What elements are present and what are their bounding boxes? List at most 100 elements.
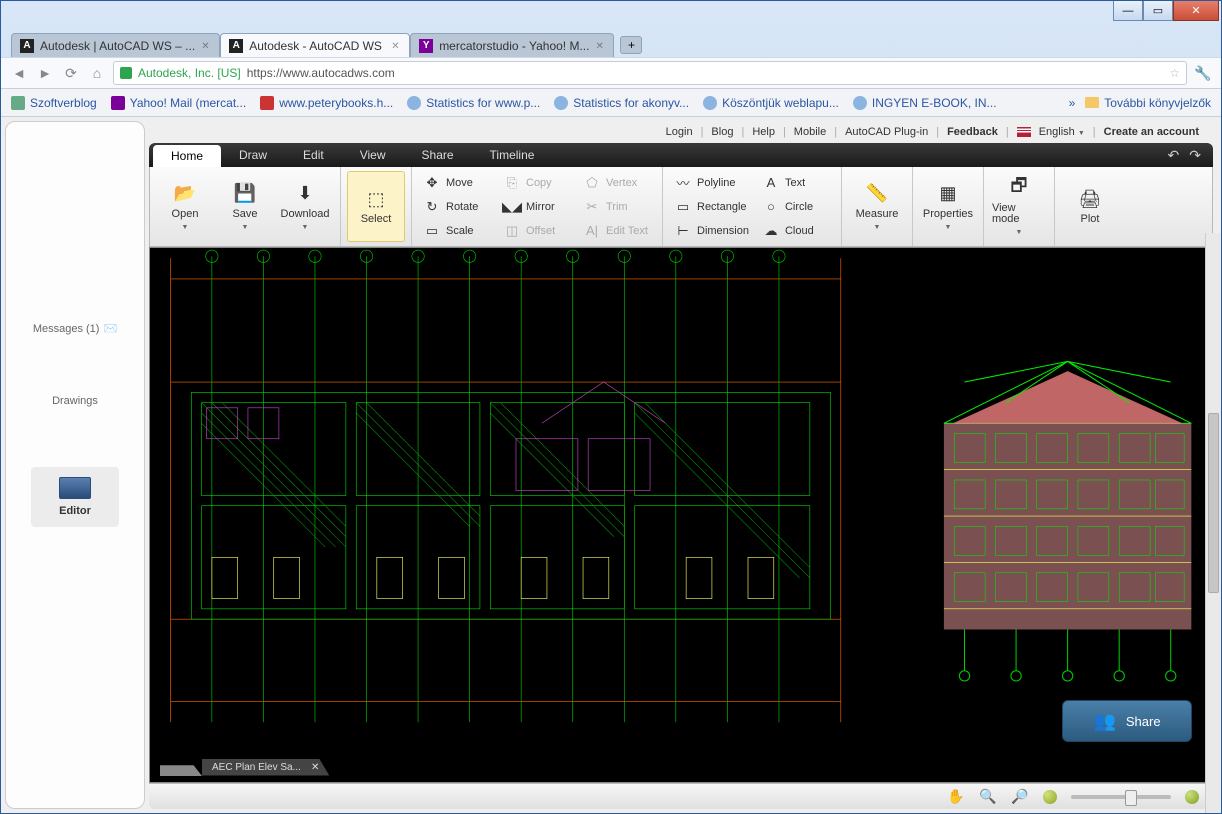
zoom-icon[interactable]: 🔎 [1011, 788, 1029, 806]
tab-close-icon[interactable]: ✕ [391, 41, 401, 51]
mirror-button[interactable]: ◣◢Mirror [498, 196, 576, 218]
bookmark-overflow[interactable]: » [1069, 96, 1076, 110]
select-icon: ⬚ [363, 188, 389, 210]
forward-icon[interactable]: ► [35, 63, 55, 83]
edittext-button[interactable]: A|Edit Text [578, 220, 656, 242]
bookmark-item[interactable]: Statistics for www.p... [407, 96, 540, 110]
favicon-icon: A [229, 39, 243, 53]
dimension-button[interactable]: ⊢Dimension [669, 220, 755, 242]
circle-button[interactable]: ○Circle [757, 196, 835, 218]
zoom-slider[interactable] [1071, 795, 1171, 799]
wrench-icon[interactable]: 🔧 [1193, 63, 1213, 83]
properties-button[interactable]: ▦Properties▼ [919, 171, 977, 242]
ribbon-tabs: Home Draw Edit View Share Timeline ↶ ↷ [149, 143, 1213, 167]
bookmark-label: További könyvjelzők [1104, 96, 1211, 110]
tab-close-icon[interactable]: ✕ [595, 41, 605, 51]
bookmark-item[interactable]: Yahoo! Mail (mercat... [111, 96, 246, 110]
move-button[interactable]: ✥Move [418, 172, 496, 194]
bookmark-folder[interactable]: További könyvjelzők [1085, 96, 1211, 110]
scrollbar-thumb[interactable] [1208, 413, 1219, 593]
bookmark-favicon-icon [554, 96, 568, 110]
address-bar[interactable]: Autodesk, Inc. [US] https://www.autocadw… [113, 61, 1187, 85]
bookmark-label: Statistics for akonyv... [573, 96, 689, 110]
back-icon[interactable]: ◄ [9, 63, 29, 83]
bookmark-item[interactable]: Statistics for akonyv... [554, 96, 689, 110]
feedback-link[interactable]: Feedback [947, 126, 998, 138]
sidebar-item-drawings[interactable]: Drawings [52, 395, 98, 407]
vertical-scrollbar[interactable] [1205, 233, 1221, 813]
trim-button[interactable]: ✂Trim [578, 196, 656, 218]
help-link[interactable]: Help [752, 126, 775, 138]
sidebar-label: Drawings [52, 395, 98, 407]
measure-button[interactable]: 📏Measure▼ [848, 171, 906, 242]
viewmode-icon: 🗗 [1006, 177, 1032, 199]
header-links: Login| Blog| Help| Mobile| AutoCAD Plug-… [149, 121, 1213, 143]
plugin-link[interactable]: AutoCAD Plug-in [845, 126, 928, 138]
tab-close-icon[interactable]: ✕ [201, 41, 211, 51]
bookmark-item[interactable]: INGYEN E-BOOK, IN... [853, 96, 997, 110]
window-maximize-button[interactable]: ▭ [1143, 1, 1173, 21]
viewmode-button[interactable]: 🗗View mode▼ [990, 171, 1048, 242]
save-button[interactable]: 💾Save▼ [216, 171, 274, 242]
select-button[interactable]: ⬚Select [347, 171, 405, 242]
ribbon-tab-share[interactable]: Share [404, 143, 472, 167]
login-link[interactable]: Login [666, 126, 693, 138]
document-tab[interactable]: AEC Plan Elev Sa... ✕ [202, 759, 329, 776]
copy-button[interactable]: ⎘Copy [498, 172, 576, 194]
ribbon-tab-home[interactable]: Home [153, 145, 221, 167]
drawing-canvas[interactable]: 👥 Share AEC Plan Elev Sa... ✕ [149, 247, 1213, 783]
browser-tab[interactable]: A Autodesk | AutoCAD WS – ... ✕ [11, 33, 220, 57]
bookmark-favicon-icon [407, 96, 421, 110]
ribbon-tab-view[interactable]: View [342, 143, 404, 167]
language-dropdown[interactable]: English ▼ [1039, 126, 1085, 138]
reload-icon[interactable]: ⟳ [61, 63, 81, 83]
rectangle-button[interactable]: ▭Rectangle [669, 196, 755, 218]
text-button[interactable]: AText [757, 172, 835, 194]
mobile-link[interactable]: Mobile [794, 126, 826, 138]
bookmark-label: Köszöntjük weblapu... [722, 96, 839, 110]
new-tab-button[interactable]: + [620, 36, 642, 54]
bookmark-label: Statistics for www.p... [426, 96, 540, 110]
browser-tab-active[interactable]: A Autodesk - AutoCAD WS ✕ [220, 33, 410, 57]
sidebar-item-editor[interactable]: Editor [31, 467, 119, 527]
copy-icon: ⎘ [504, 175, 520, 191]
undo-icon[interactable]: ↶ [1168, 147, 1180, 164]
polyline-button[interactable]: 〰Polyline [669, 172, 755, 194]
zoom-out-button[interactable] [1043, 790, 1057, 804]
bookmark-item[interactable]: www.peterybooks.h... [260, 96, 393, 110]
scale-button[interactable]: ▭Scale [418, 220, 496, 242]
pan-icon[interactable]: ✋ [947, 788, 965, 806]
window-minimize-button[interactable]: — [1113, 1, 1143, 21]
ribbon-tab-edit[interactable]: Edit [285, 143, 342, 167]
rotate-button[interactable]: ↻Rotate [418, 196, 496, 218]
vertex-button[interactable]: ⬠Vertex [578, 172, 656, 194]
bookmark-item[interactable]: Köszöntjük weblapu... [703, 96, 839, 110]
sidebar-label: Messages (1) [33, 323, 100, 335]
create-account-link[interactable]: Create an account [1104, 126, 1199, 138]
cloud-button[interactable]: ☁Cloud [757, 220, 835, 242]
bookmark-item[interactable]: Szoftverblog [11, 96, 97, 110]
share-button[interactable]: 👥 Share [1062, 700, 1192, 742]
bookmark-bar: Szoftverblog Yahoo! Mail (mercat... www.… [1, 89, 1221, 117]
offset-button[interactable]: ◫Offset [498, 220, 576, 242]
star-icon[interactable]: ☆ [1169, 66, 1180, 80]
zoom-extents-icon[interactable]: 🔍 [979, 788, 997, 806]
home-icon[interactable]: ⌂ [87, 63, 107, 83]
measure-icon: 📏 [864, 183, 890, 205]
status-bar: ✋ 🔍 🔎 [149, 783, 1213, 809]
open-button[interactable]: 📂Open▼ [156, 171, 214, 242]
plot-button[interactable]: 🖨Plot [1061, 171, 1119, 242]
redo-icon[interactable]: ↷ [1189, 147, 1201, 164]
browser-tab[interactable]: Y mercatorstudio - Yahoo! M... ✕ [410, 33, 614, 57]
tab-close-icon[interactable]: ✕ [311, 762, 319, 773]
blog-link[interactable]: Blog [711, 126, 733, 138]
sidebar-item-messages[interactable]: Messages (1)✉️ [33, 322, 117, 335]
download-button[interactable]: ⬇Download▼ [276, 171, 334, 242]
ribbon-tab-timeline[interactable]: Timeline [472, 143, 553, 167]
cloud-icon: ☁ [763, 223, 779, 239]
zoom-in-button[interactable] [1185, 790, 1199, 804]
flag-icon [1017, 127, 1031, 137]
ribbon-tab-draw[interactable]: Draw [221, 143, 285, 167]
tab-lead [160, 758, 202, 776]
window-close-button[interactable]: ✕ [1173, 1, 1219, 21]
